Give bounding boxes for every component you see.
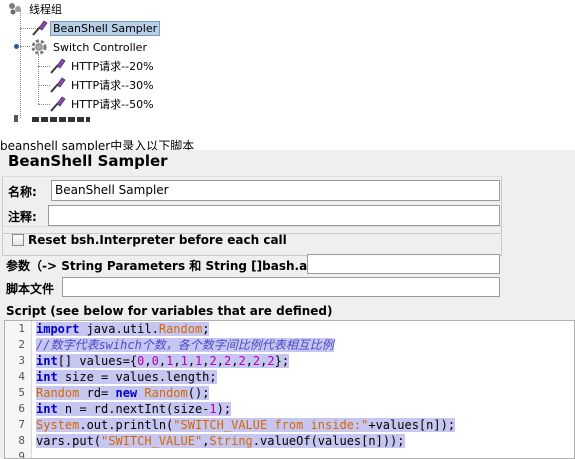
tree-node-thread-group[interactable]: 线程组 (6, 0, 65, 18)
tree-node-label: HTTP请求--50% (71, 98, 154, 111)
script-file-label: 脚本文件 (6, 282, 55, 296)
code-line: int[] values={0,0,1,1,1,2,2,2,2,2}; (36, 354, 290, 368)
tree-node-http-20[interactable]: HTTP请求--20% (48, 57, 157, 75)
code-line: vars.put("SWITCH_VALUE",String.valueOf(v… (36, 434, 405, 448)
code-line: Random rd= new Random(); (36, 386, 210, 400)
tree-node-cutoff-label (32, 117, 90, 122)
pipette-icon (50, 58, 66, 74)
params-field[interactable] (307, 254, 500, 274)
panel-title: BeanShell Sampler (8, 152, 168, 170)
comment-label: 注释: (8, 210, 37, 224)
line-number: 4 (18, 370, 25, 383)
tree-node-label: BeanShell Sampler (50, 20, 161, 36)
name-field[interactable]: BeanShell Sampler (51, 180, 500, 201)
line-number: 1 (18, 322, 25, 335)
tree-node-label: HTTP请求--30% (71, 79, 154, 92)
name-label: 名称: (8, 185, 37, 199)
line-number: 6 (18, 402, 25, 415)
pipette-icon (50, 96, 66, 112)
tree-guide-line (20, 46, 30, 47)
script-file-field[interactable] (62, 277, 500, 297)
script-editor[interactable]: 1 2 3 4 5 6 7 8 9 import java.util.Rando… (4, 320, 575, 459)
comment-field[interactable] (48, 205, 500, 226)
code-line: System.out.println("SWITCH_VALUE from in… (36, 418, 456, 432)
tree-node-switch-controller[interactable]: Switch Controller (30, 38, 150, 56)
gear-icon (31, 39, 47, 55)
tree-node-http-50[interactable]: HTTP请求--50% (48, 95, 157, 113)
tree-guide-line (20, 10, 21, 118)
tree-node-beanshell-sampler[interactable]: BeanShell Sampler (30, 19, 161, 37)
line-number: 9 (18, 450, 25, 459)
thread-group-icon (9, 3, 21, 15)
code-line: int n = rd.nextInt(size-1); (36, 402, 232, 416)
script-label: Script (see below for variables that are… (6, 304, 333, 318)
line-number: 5 (18, 386, 25, 399)
beanshell-sampler-panel: BeanShell Sampler 名称: BeanShell Sampler … (0, 150, 575, 459)
tree-node-label: 线程组 (29, 3, 62, 16)
line-number: 3 (18, 354, 25, 367)
pipette-icon (32, 20, 48, 36)
reset-label: Reset bsh.Interpreter before each call (28, 233, 287, 247)
line-number: 8 (18, 434, 25, 447)
code-line: import java.util.Random; (36, 322, 210, 336)
test-plan-tree: 线程组 BeanShell Sampler Switch Controller … (0, 0, 575, 122)
tree-guide-line (38, 54, 39, 104)
reset-checkbox[interactable] (12, 234, 24, 246)
tree-node-label: Switch Controller (53, 40, 147, 54)
line-number: 7 (18, 418, 25, 431)
code-line: int size = values.length; (36, 370, 217, 384)
code-line: //数字代表swihch个数，各个数字间比例代表相互比例 (36, 338, 334, 352)
params-label: 参数（-> String Parameters 和 String []bash.… (6, 259, 335, 273)
tree-node-http-30[interactable]: HTTP请求--30% (48, 76, 157, 94)
tree-node-cutoff (14, 115, 18, 122)
pipette-icon (50, 77, 66, 93)
tree-expand-handle[interactable] (14, 44, 19, 49)
line-number: 2 (18, 338, 25, 351)
tree-node-label: HTTP请求--20% (71, 60, 154, 73)
